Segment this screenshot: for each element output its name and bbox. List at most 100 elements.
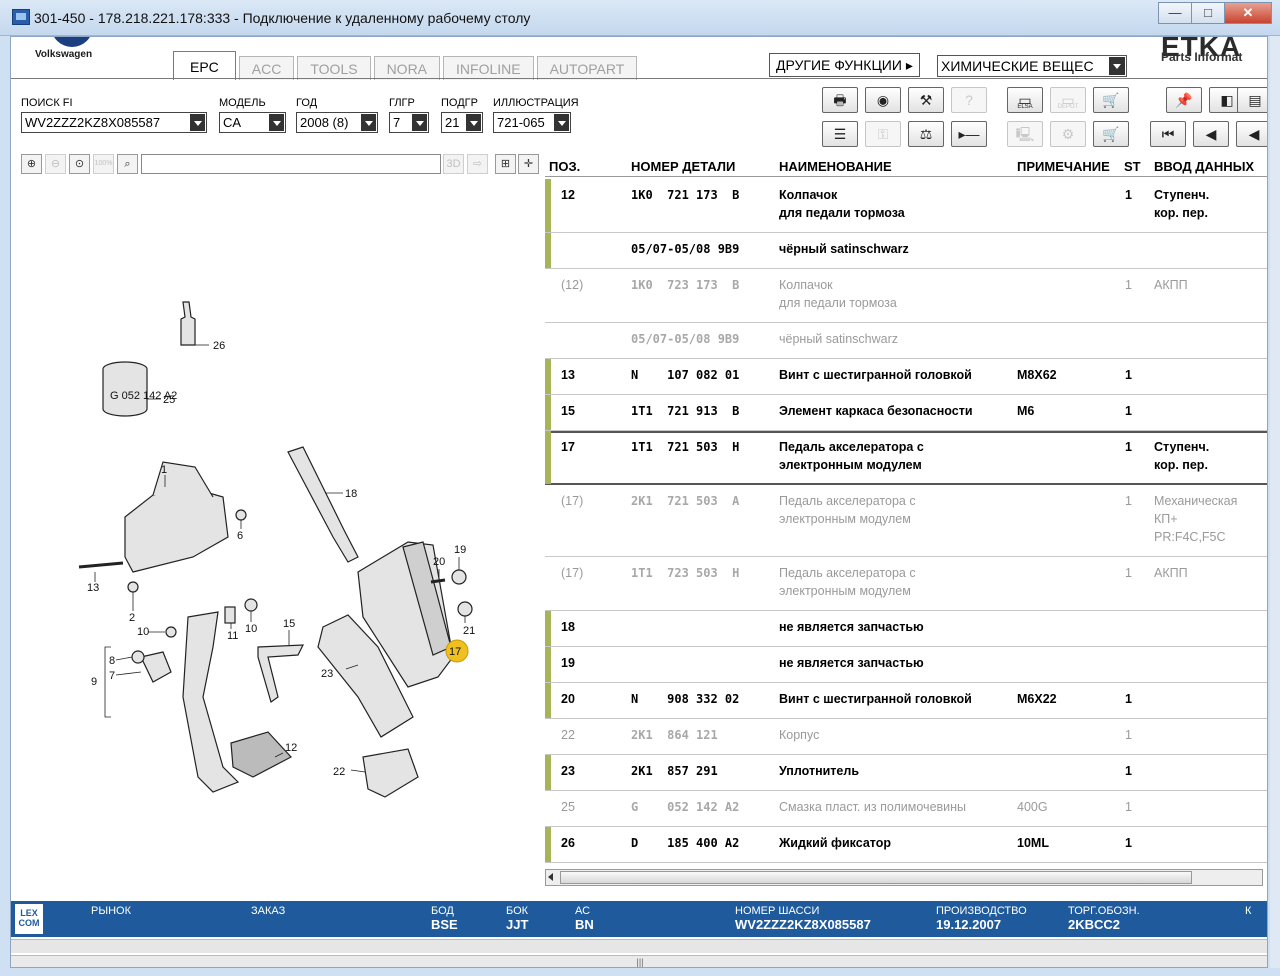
table-row[interactable]: (17) 2K1 721 503 A Педаль акселератора с э… [545, 485, 1267, 557]
label-15[interactable]: 15 [283, 618, 295, 630]
split-view-icon[interactable]: ⊞ [495, 154, 516, 174]
next-page-icon[interactable]: ◀ [1236, 121, 1267, 147]
chevron-down-icon[interactable] [1109, 57, 1125, 75]
scroll-thumb[interactable] [560, 871, 1192, 884]
table-row[interactable]: 15 1T1 721 913 B Элемент каркаса безопасно… [545, 395, 1267, 431]
label-11[interactable]: 11 [227, 630, 238, 642]
label-10a[interactable]: 10 [137, 626, 149, 638]
chevron-down-icon[interactable] [412, 114, 427, 131]
row-status-bar [545, 827, 551, 862]
chevron-down-icon[interactable] [190, 114, 205, 131]
cell-note: M6X22 [1017, 692, 1057, 706]
close-button[interactable]: ✕ [1224, 2, 1272, 24]
model-select[interactable]: CA [219, 112, 286, 133]
label-10b[interactable]: 10 [245, 623, 257, 635]
label-12[interactable]: 12 [285, 742, 297, 754]
cart-icon[interactable]: 🛒 [1093, 121, 1129, 147]
minimize-button[interactable]: — [1158, 2, 1192, 24]
cart-transfer-icon[interactable]: 🛒 [1093, 87, 1129, 113]
table-row[interactable]: 13 N 107 082 01 Винт с шестигранной головк… [545, 359, 1267, 395]
scale-icon[interactable]: ⚖ [908, 121, 944, 147]
label-18[interactable]: 18 [345, 488, 357, 500]
table-row[interactable]: 22 2K1 864 121 Корпус 1 [545, 719, 1267, 755]
sub-group-select[interactable]: 21 [441, 112, 483, 133]
elsa-button[interactable]: ▭ ELSA [1007, 87, 1043, 113]
cell-st: 1 [1125, 800, 1132, 814]
header-st[interactable]: ST [1124, 159, 1141, 174]
illustration-select[interactable]: 721-065 [493, 112, 571, 133]
tab-infoline[interactable]: INFOLINE [443, 56, 534, 80]
other-functions-button[interactable]: ДРУГИЕ ФУНКЦИИ ▸ [769, 53, 920, 77]
zoom-in-icon[interactable]: ⊕ [21, 154, 42, 174]
header-part-number[interactable]: НОМЕР ДЕТАЛИ [631, 159, 735, 174]
year-select[interactable]: 2008 (8) [296, 112, 378, 133]
maximize-button[interactable]: □ [1191, 2, 1225, 24]
label-13[interactable]: 13 [87, 582, 99, 594]
label-1[interactable]: 1 [161, 464, 167, 476]
table-row[interactable]: 19 не является запчастью [545, 647, 1267, 683]
list-icon[interactable]: ☰ [822, 121, 858, 147]
depot-button: ▭ DEPOT [1050, 87, 1086, 113]
label-20[interactable]: 20 [433, 556, 445, 568]
tab-acc[interactable]: ACC [238, 56, 295, 80]
header-pos[interactable]: ПОЗ. [549, 159, 580, 174]
table-row[interactable]: 17 1T1 721 503 H Педаль акселератора с эле… [545, 431, 1267, 485]
table-row[interactable]: 20 N 908 332 02 Винт с шестигранной головк… [545, 683, 1267, 719]
label-17[interactable]: 17 [449, 646, 461, 658]
play-minus-icon[interactable]: ▸— [951, 121, 987, 147]
table-row[interactable]: 05/07-05/08 9B9 чёрный satinschwarz [545, 323, 1267, 359]
label-21[interactable]: 21 [463, 625, 475, 637]
table-row[interactable]: 25 G 052 142 A2 Смазка пласт. из полимочев… [545, 791, 1267, 827]
label-19[interactable]: 19 [454, 544, 466, 556]
table-horizontal-scrollbar[interactable] [545, 869, 1263, 886]
row-status-bar [545, 755, 551, 790]
pin-icon[interactable]: 📌 [1166, 87, 1202, 113]
tab-autopart[interactable]: AUTOPART [536, 56, 638, 80]
scroll-left-icon[interactable] [548, 873, 553, 881]
table-row[interactable]: 18 не является запчастью [545, 611, 1267, 647]
cell-name: Элемент каркаса безопасности [779, 404, 973, 418]
search-icon[interactable]: ⌕ [117, 154, 138, 174]
table-row[interactable]: 23 2K1 857 291 Уплотнитель 1 [545, 755, 1267, 791]
order-label: ЗАКАЗ [251, 905, 286, 917]
book-icon[interactable]: ▤ [1237, 87, 1267, 113]
print-icon[interactable]: 🖶 [822, 87, 858, 113]
label-9[interactable]: 9 [91, 676, 97, 688]
header-note[interactable]: ПРИМЕЧАНИЕ [1017, 159, 1110, 174]
table-row[interactable]: 05/07-05/08 9B9 чёрный satinschwarz [545, 233, 1267, 269]
table-row[interactable]: 26 D 185 400 A2 Жидкий фиксатор 10ML 1 [545, 827, 1267, 863]
crosshair-icon[interactable]: ✛ [518, 154, 539, 174]
zoom-fit-icon[interactable]: ⊙ [69, 154, 90, 174]
table-row[interactable]: 12 1K0 721 173 B Колпачок для педали тормо… [545, 179, 1267, 233]
header-name[interactable]: НАИМЕНОВАНИЕ [779, 159, 892, 174]
table-row[interactable]: (12) 1K0 723 173 B Колпачок для педали тор… [545, 269, 1267, 323]
chevron-down-icon[interactable] [554, 114, 569, 131]
label-26[interactable]: 26 [213, 340, 225, 352]
label-22[interactable]: 22 [333, 766, 345, 778]
tab-tools[interactable]: TOOLS [297, 56, 371, 80]
first-page-icon[interactable]: ⏮ [1150, 121, 1186, 147]
chemicals-select[interactable]: ХИМИЧЕСКИЕ ВЕЩЕС [937, 55, 1127, 77]
chevron-down-icon[interactable] [466, 114, 481, 131]
label-2[interactable]: 2 [129, 612, 135, 624]
search-fi-select[interactable]: WV2ZZZ2KZ8X085587 [21, 112, 207, 133]
chevron-down-icon[interactable] [361, 114, 376, 131]
chevron-down-icon[interactable] [269, 114, 284, 131]
tab-epc[interactable]: EPC [173, 51, 236, 80]
disc-icon[interactable]: ◉ [865, 87, 901, 113]
tools-icon[interactable]: ⚒ [908, 87, 944, 113]
illustration-search-input[interactable] [141, 154, 441, 174]
tab-nora[interactable]: NORA [373, 56, 441, 80]
cell-name: Жидкий фиксатор [779, 836, 892, 850]
header-input[interactable]: ВВОД ДАННЫХ [1154, 159, 1254, 174]
table-row[interactable]: (17) 1T1 723 503 H Педаль акселератора с э… [545, 557, 1267, 611]
window-horizontal-scrollbar[interactable]: ||| [11, 955, 1267, 967]
label-6[interactable]: 6 [237, 530, 243, 542]
label-23[interactable]: 23 [321, 668, 333, 680]
label-7[interactable]: 7 [109, 670, 115, 682]
cell-input: АКПП [1154, 566, 1188, 580]
previous-page-icon[interactable]: ◀ [1193, 121, 1229, 147]
label-8[interactable]: 8 [109, 655, 115, 667]
cell-name: Винт с шестигранной головкой [779, 692, 972, 706]
main-group-select[interactable]: 7 [389, 112, 429, 133]
